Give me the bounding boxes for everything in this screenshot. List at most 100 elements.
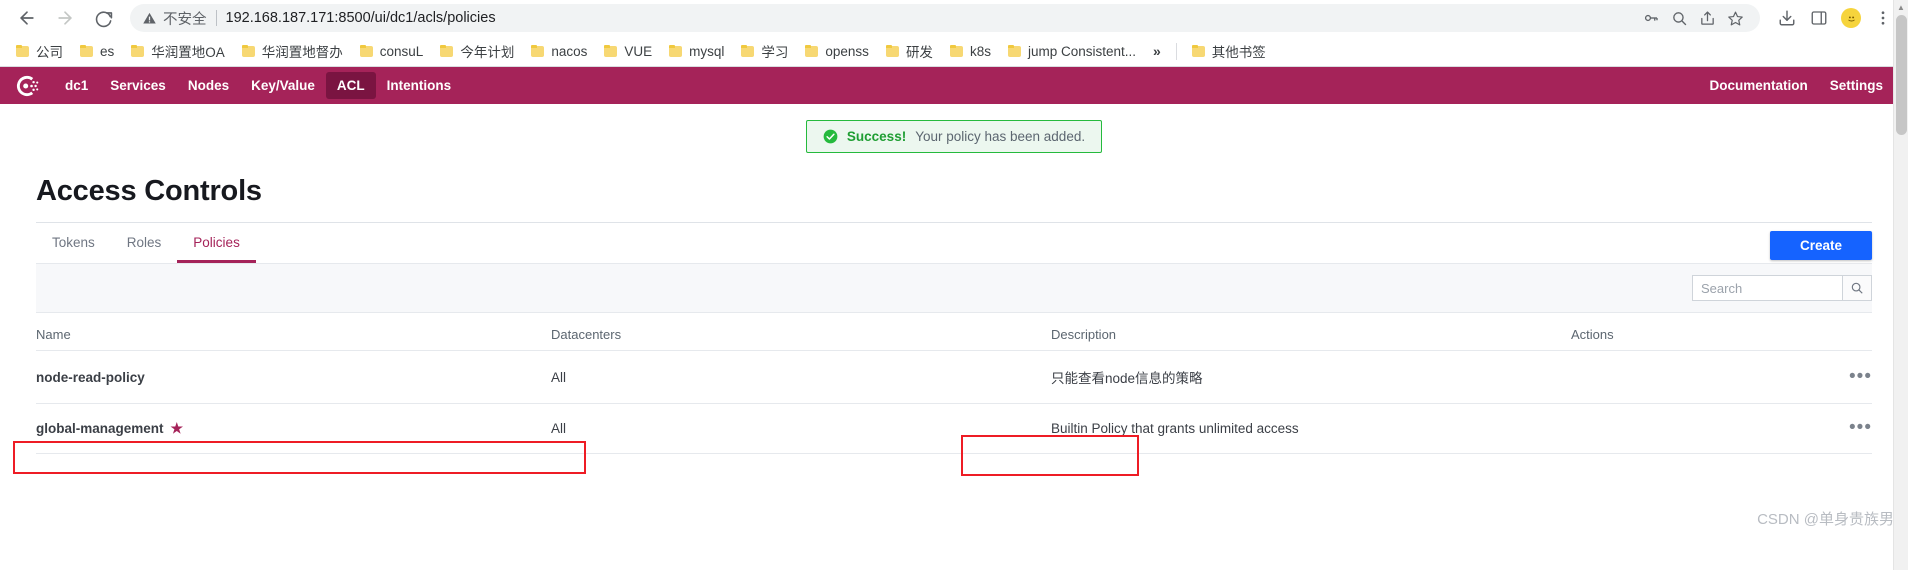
page-scrollbar[interactable]: ▲ (1893, 0, 1908, 570)
cell-datacenters: All (551, 403, 1051, 454)
bookmark-item[interactable]: k8s (942, 41, 999, 62)
scroll-up-arrow[interactable]: ▲ (1894, 0, 1908, 15)
success-check-icon (823, 129, 838, 144)
bookmark-item[interactable]: openss (797, 41, 877, 62)
omnibox-divider (215, 10, 217, 26)
bookmark-label: 华润置地OA (151, 45, 225, 60)
omnibox[interactable]: 不安全 192.168.187.171:8500/ui/dc1/acls/pol… (130, 4, 1760, 32)
nav-item-services[interactable]: Services (99, 72, 177, 99)
browser-chrome: 不安全 192.168.187.171:8500/ui/dc1/acls/pol… (0, 0, 1908, 67)
toast-container: Success! Your policy has been added. (0, 104, 1908, 153)
bookmark-item[interactable]: 学习 (733, 38, 796, 64)
success-notification: Success! Your policy has been added. (805, 120, 1103, 153)
scrollbar-thumb[interactable] (1896, 15, 1907, 135)
bookmark-item[interactable]: 华润置地OA (123, 38, 233, 64)
nav-item-documentation[interactable]: Documentation (1698, 72, 1818, 99)
table-row[interactable]: global-management ★ All Builtin Policy th… (36, 403, 1872, 454)
folder-icon (1007, 45, 1022, 57)
back-button[interactable] (10, 1, 44, 35)
nav-item-settings[interactable]: Settings (1819, 72, 1894, 99)
folder-icon (131, 45, 145, 57)
password-key-icon[interactable] (1638, 5, 1664, 31)
nav-item-key-value[interactable]: Key/Value (240, 72, 326, 99)
folder-icon (16, 45, 30, 57)
omnibox-actions (1630, 5, 1748, 31)
extension-icon[interactable] (1836, 3, 1866, 33)
toast-title: Success! (846, 129, 907, 144)
tab-tokens[interactable]: Tokens (36, 223, 111, 263)
consul-nav-right: Documentation Settings (1698, 72, 1894, 99)
bookmark-item[interactable]: VUE (596, 41, 660, 62)
bookmarks-bar: 公司 es 华润置地OA 华润置地督办 consuL 今年计划 nacos VU… (0, 36, 1908, 67)
search-group (1692, 275, 1872, 301)
other-bookmarks-button[interactable]: 其他书签 (1184, 38, 1274, 64)
nav-item-intentions[interactable]: Intentions (376, 72, 463, 99)
bookmark-item[interactable]: jump Consistent... (1000, 41, 1144, 62)
more-actions-icon[interactable]: ••• (1849, 367, 1872, 386)
tabs-row: Tokens Roles Policies Create (36, 223, 1872, 263)
forward-button[interactable] (48, 1, 82, 35)
consul-logo[interactable] (14, 73, 40, 99)
download-icon[interactable] (1772, 3, 1802, 33)
page-content: Access Controls Tokens Roles Policies Cr… (0, 175, 1908, 454)
col-header-actions: Actions (1571, 313, 1872, 351)
omnibox-search-icon[interactable] (1666, 5, 1692, 31)
bookmark-label: 今年计划 (460, 45, 515, 60)
bookmark-label: openss (825, 43, 869, 59)
cell-policy-name[interactable]: node-read-policy (36, 350, 551, 404)
search-bar (36, 263, 1872, 313)
table-row[interactable]: node-read-policy All 只能查看node信息的策略 ••• (36, 350, 1872, 404)
bookmark-label: es (100, 43, 115, 59)
folder-icon (805, 45, 819, 57)
nav-item-acl[interactable]: ACL (325, 72, 376, 99)
acl-tabs: Tokens Roles Policies (36, 223, 256, 263)
folder-icon (241, 45, 256, 57)
share-icon[interactable] (1694, 5, 1720, 31)
cell-policy-name[interactable]: global-management ★ (36, 403, 551, 454)
reload-button[interactable] (86, 1, 120, 35)
cell-description: Builtin Policy that grants unlimited acc… (1051, 403, 1571, 454)
bookmark-item[interactable]: nacos (523, 41, 595, 62)
bookmark-star-icon[interactable] (1722, 5, 1748, 31)
bookmarks-overflow-chevron[interactable]: » (1145, 41, 1169, 61)
policy-name-text: global-management (36, 421, 164, 436)
tab-roles[interactable]: Roles (111, 223, 178, 263)
bookmark-item[interactable]: es (72, 41, 122, 62)
side-panel-icon[interactable] (1804, 3, 1834, 33)
nav-item-dc1[interactable]: dc1 (54, 72, 99, 99)
table-header-row: Name Datacenters Description Actions (36, 313, 1872, 351)
search-input[interactable] (1692, 275, 1842, 301)
other-bookmarks-label: 其他书签 (1211, 45, 1266, 60)
toast-message: Your policy has been added. (915, 129, 1086, 144)
folder-icon (669, 45, 683, 57)
folder-icon (604, 45, 618, 57)
page-body: Success! Your policy has been added. Acc… (0, 104, 1908, 536)
bookmark-label: 研发 (905, 45, 933, 60)
folder-icon (1191, 45, 1206, 57)
consul-navbar: dc1 Services Nodes Key/Value ACL Intenti… (0, 67, 1908, 104)
bookmark-item[interactable]: 华润置地督办 (234, 38, 351, 64)
row-actions-menu[interactable]: ••• (1571, 403, 1872, 454)
nav-item-nodes[interactable]: Nodes (177, 72, 240, 99)
warning-triangle-icon[interactable] (142, 11, 157, 26)
row-actions-menu[interactable]: ••• (1571, 350, 1872, 404)
tab-policies[interactable]: Policies (177, 223, 256, 263)
bookmark-item[interactable]: consuL (352, 41, 432, 62)
folder-icon (359, 45, 374, 57)
bookmark-item[interactable]: 公司 (8, 38, 71, 64)
bookmark-label: jump Consistent... (1027, 43, 1136, 59)
bookmark-label: VUE (624, 43, 653, 59)
bookmark-label: 华润置地督办 (261, 45, 343, 60)
bookmark-item[interactable]: mysql (661, 41, 732, 62)
bookmark-label: k8s (969, 43, 991, 59)
extension-badge (1841, 8, 1861, 28)
create-button[interactable]: Create (1769, 231, 1872, 260)
bookmark-item[interactable]: 研发 (878, 38, 941, 64)
browser-toolbar: 不安全 192.168.187.171:8500/ui/dc1/acls/pol… (0, 0, 1908, 36)
more-actions-icon[interactable]: ••• (1849, 418, 1872, 437)
bookmark-item[interactable]: 今年计划 (432, 38, 522, 64)
policies-table: Name Datacenters Description Actions nod… (36, 313, 1872, 454)
search-submit-button[interactable] (1842, 275, 1872, 301)
url-text: 192.168.187.171:8500/ui/dc1/acls/policie… (225, 10, 496, 26)
watermark: CSDN @单身贵族男 (1757, 511, 1894, 528)
